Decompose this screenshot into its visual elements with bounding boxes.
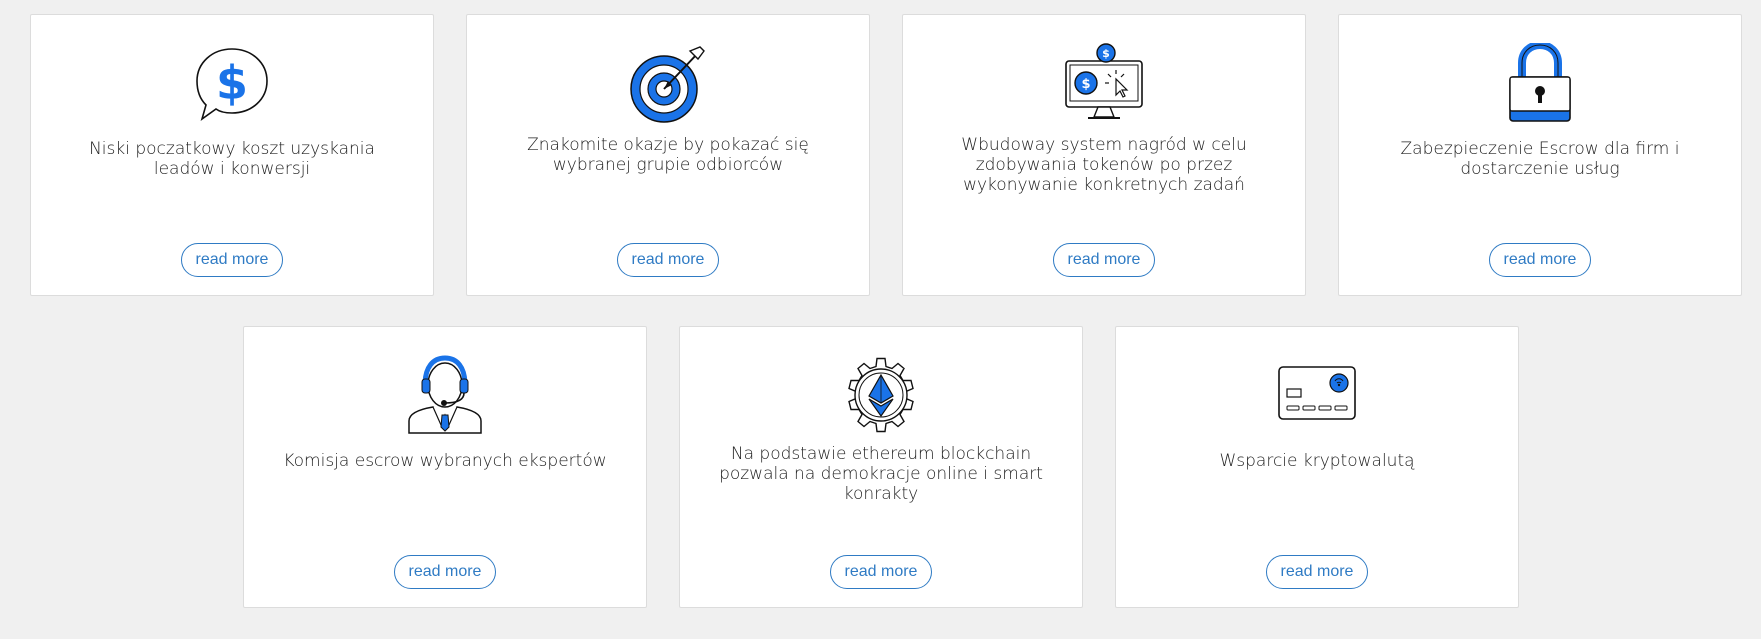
feature-card-crypto-support: Wsparcie kryptowalutą read more bbox=[1115, 326, 1519, 608]
read-more-button[interactable]: read more bbox=[394, 555, 496, 589]
read-more-button[interactable]: read more bbox=[1266, 555, 1368, 589]
padlock-icon bbox=[1500, 43, 1580, 123]
feature-text: Niski poczatkowy koszt uzyskania leadów … bbox=[89, 139, 375, 179]
read-more-button[interactable]: read more bbox=[830, 555, 932, 589]
svg-text:$: $ bbox=[216, 56, 248, 110]
feature-text: Wsparcie kryptowalutą bbox=[1219, 451, 1415, 471]
feature-card-low-cost: $ Niski poczatkowy koszt uzyskania leadó… bbox=[30, 14, 434, 296]
monitor-coins-icon: $ $ bbox=[1064, 43, 1144, 123]
feature-card-ethereum: Na podstawie ethereum blockchain pozwala… bbox=[679, 326, 1083, 608]
dollar-speech-bubble-icon: $ bbox=[192, 43, 272, 123]
svg-text:$: $ bbox=[1102, 47, 1110, 60]
support-agent-headset-icon bbox=[405, 355, 485, 435]
feature-text: Wbudoway system nagród w celu zdobywania… bbox=[961, 135, 1247, 195]
read-more-button[interactable]: read more bbox=[1053, 243, 1155, 277]
feature-text: Komisja escrow wybranych ekspertów bbox=[283, 451, 607, 471]
feature-card-escrow-experts: Komisja escrow wybranych ekspertów read … bbox=[243, 326, 647, 608]
read-more-button[interactable]: read more bbox=[1489, 243, 1591, 277]
read-more-button[interactable]: read more bbox=[617, 243, 719, 277]
target-arrow-icon bbox=[628, 43, 708, 123]
feature-card-escrow-security: Zabezpieczenie Escrow dla firm i dostarc… bbox=[1338, 14, 1742, 296]
feature-text: Zabezpieczenie Escrow dla firm i dostarc… bbox=[1400, 139, 1680, 179]
feature-card-audience: Znakomite okazje by pokazać się wybranej… bbox=[466, 14, 870, 296]
credit-card-icon bbox=[1277, 355, 1357, 435]
read-more-button[interactable]: read more bbox=[181, 243, 283, 277]
svg-text:$: $ bbox=[1081, 77, 1090, 92]
feature-card-rewards: $ $ Wbudoway system nagród w celu zdobyw… bbox=[902, 14, 1306, 296]
feature-text: Na podstawie ethereum blockchain pozwala… bbox=[719, 444, 1043, 504]
feature-text: Znakomite okazje by pokazać się wybranej… bbox=[527, 135, 809, 175]
ethereum-gear-icon bbox=[841, 355, 921, 435]
